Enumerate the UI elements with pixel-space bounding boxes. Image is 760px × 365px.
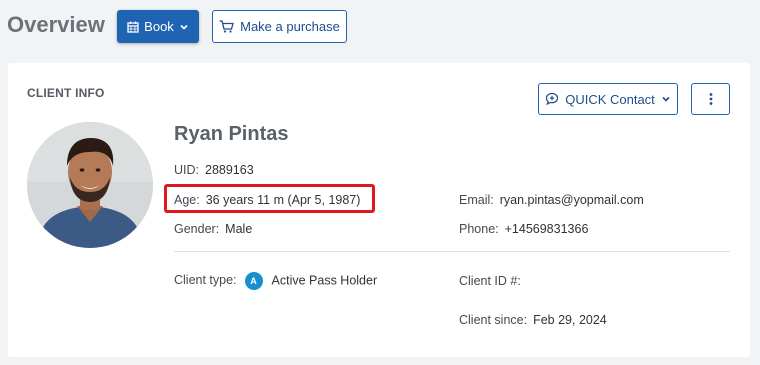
chevron-down-icon (661, 94, 671, 104)
phone-value[interactable]: +14569831366 (505, 222, 589, 236)
phone-label: Phone: (459, 222, 499, 236)
age-highlight-box (164, 184, 375, 213)
client-type-badge: A (244, 272, 263, 290)
more-options-button[interactable] (691, 83, 730, 115)
divider (174, 251, 730, 252)
client-info-card: CLIENT INFO QUICK Contact Ryan Pintas UI… (8, 63, 750, 357)
client-name: Ryan Pintas (174, 123, 289, 145)
client-since-label: Client since: (459, 313, 528, 327)
uid-value: 2889163 (205, 163, 254, 177)
client-id-field: Client ID #: (459, 274, 527, 288)
chevron-down-icon (179, 22, 189, 32)
client-since-value: Feb 29, 2024 (533, 313, 607, 327)
calendar-icon (127, 21, 139, 33)
gender-field: Gender: Male (174, 222, 252, 236)
make-purchase-label: Make a purchase (240, 19, 340, 34)
quick-contact-label: QUICK Contact (565, 91, 655, 107)
phone-field: Phone: +14569831366 (459, 222, 588, 236)
email-label: Email: (459, 193, 494, 207)
email-value[interactable]: ryan.pintas@yopmail.com (500, 193, 644, 207)
uid-field: UID: 2889163 (174, 163, 254, 177)
email-field: Email: ryan.pintas@yopmail.com (459, 193, 644, 207)
gender-label: Gender: (174, 222, 220, 236)
chat-icon (545, 92, 559, 106)
client-since-field: Client since: Feb 29, 2024 (459, 313, 607, 327)
book-button-label: Book (144, 19, 174, 34)
uid-label: UID: (174, 163, 199, 177)
top-bar: Overview Book Make a purchase (0, 0, 760, 52)
client-type-field: Client type: A Active Pass Holder (174, 272, 377, 290)
client-type-label: Client type: (174, 273, 237, 288)
quick-contact-button[interactable]: QUICK Contact (538, 83, 678, 115)
book-button[interactable]: Book (117, 10, 199, 43)
page-title: Overview (7, 12, 105, 37)
make-purchase-button[interactable]: Make a purchase (212, 10, 347, 43)
client-id-label: Client ID #: (459, 274, 521, 288)
cart-icon (219, 20, 234, 33)
client-avatar (27, 122, 153, 248)
kebab-menu-icon (709, 92, 713, 106)
gender-value: Male (225, 222, 253, 236)
client-type-value: Active Pass Holder (271, 273, 378, 288)
client-info-heading: CLIENT INFO (27, 86, 105, 100)
